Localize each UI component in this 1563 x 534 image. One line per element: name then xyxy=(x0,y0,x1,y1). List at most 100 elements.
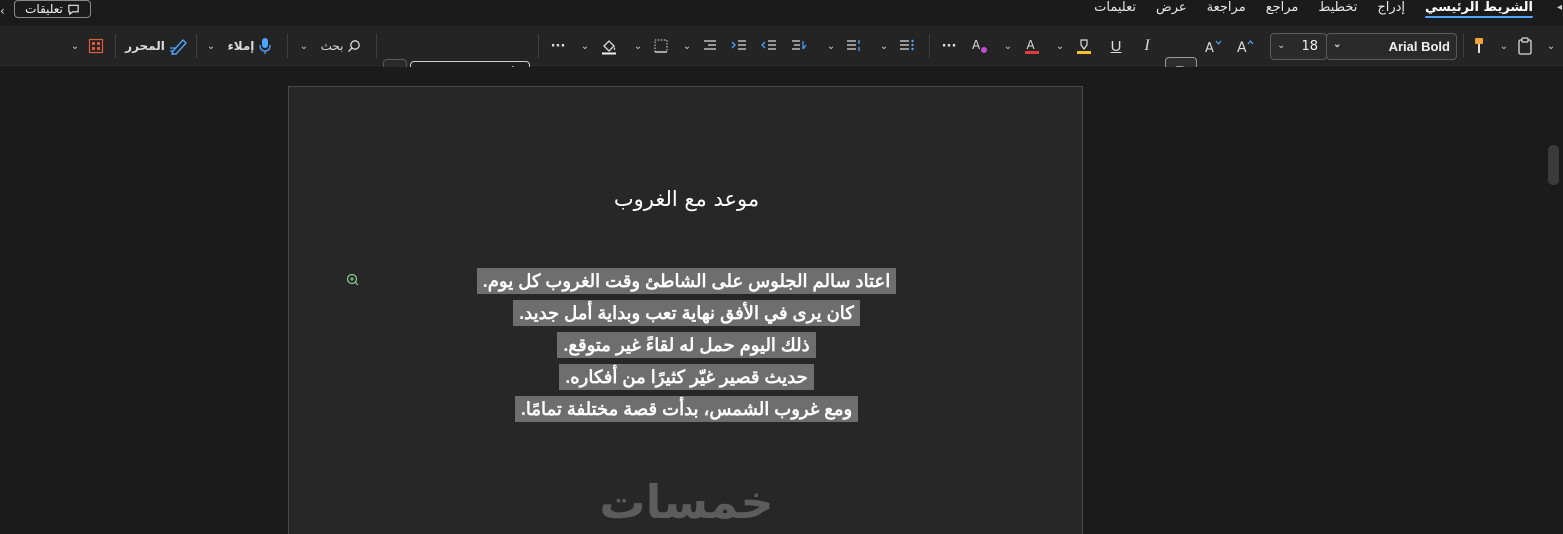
svg-text:A: A xyxy=(1205,41,1214,55)
story-line[interactable]: ومع غروب الشمس، بدأت قصة مختلفة تمامًا. xyxy=(514,396,859,422)
paragraph-more-button[interactable]: ··· xyxy=(548,26,568,66)
tab-layout[interactable]: تخطيط xyxy=(1308,0,1367,20)
highlight-dropdown[interactable]: ⌄ xyxy=(1053,26,1067,66)
format-painter-button[interactable] xyxy=(1469,26,1489,66)
ribbon-toolbar: ⌄ المحرر ⌄ إملاء ⌄ بحث ··· ⌄ ⌄ ⌄ ⌄ ⌄ ···… xyxy=(0,26,1563,88)
ribbon-separator xyxy=(376,34,377,58)
microphone-icon xyxy=(259,38,272,54)
clipboard-dropdown[interactable]: ⌄ xyxy=(1544,26,1558,66)
story-line[interactable]: ذلك اليوم حمل له لقاءً غير متوقع. xyxy=(557,332,816,358)
story-line[interactable]: كان يرى في الأفق نهاية تعب وبداية أمل جد… xyxy=(513,300,860,326)
format-painter-icon xyxy=(1475,38,1483,53)
chevron-down-icon: ⌄ xyxy=(682,40,692,52)
increase-indent-button[interactable] xyxy=(728,26,750,66)
chevron-down-icon: ⌄ xyxy=(206,40,216,52)
align-right-icon xyxy=(704,40,716,50)
svg-text:A: A xyxy=(1237,40,1247,55)
decrease-indent-button[interactable] xyxy=(758,26,780,66)
search-dropdown[interactable]: ⌄ xyxy=(297,26,311,66)
chevron-down-icon: ⌄ xyxy=(879,40,889,52)
decrease-font-size-button[interactable]: A xyxy=(1201,26,1225,66)
chevron-down-icon: ⌄ xyxy=(826,40,836,52)
numbering-button[interactable] xyxy=(843,26,865,66)
ribbon-separator xyxy=(287,34,288,58)
paint-bucket-icon xyxy=(602,40,616,55)
font-color-dropdown[interactable]: ⌄ xyxy=(1001,26,1015,66)
word-app: ‹ تعليقات الشريط الرئيسي إدراج تخطيط مرا… xyxy=(0,0,1563,534)
increase-font-size-button[interactable]: A xyxy=(1233,26,1257,66)
chevron-down-icon: ⌄ xyxy=(299,40,309,52)
ribbon-separator xyxy=(538,34,539,58)
increase-font-icon: A xyxy=(1237,40,1254,55)
font-name-value: Arial Bold xyxy=(1388,39,1450,54)
tab-references[interactable]: مراجع xyxy=(1256,0,1309,20)
numbered-list-icon xyxy=(847,40,860,51)
dictate-label: إملاء xyxy=(227,39,255,53)
underline-icon: U xyxy=(1110,37,1122,55)
more-icon: ··· xyxy=(941,38,957,54)
highlight-button[interactable] xyxy=(1072,26,1096,66)
tab-help[interactable]: تعليمات xyxy=(1084,0,1146,20)
chevron-down-icon: ⌄ xyxy=(580,40,590,52)
chevron-down-icon: ⌄ xyxy=(1003,40,1013,52)
highlighter-icon xyxy=(1077,39,1091,54)
dictate-button[interactable]: إملاء xyxy=(222,26,278,66)
borders-dropdown[interactable]: ⌄ xyxy=(631,26,645,66)
ribbon-expand-icon[interactable]: ◂ xyxy=(1557,2,1563,13)
paste-button[interactable] xyxy=(1515,26,1535,66)
paste-dropdown[interactable]: ⌄ xyxy=(1497,26,1511,66)
italic-button[interactable]: I xyxy=(1135,26,1159,66)
chevron-down-icon: ⌄ xyxy=(633,40,643,52)
borders-icon xyxy=(654,39,668,53)
font-size-value: 18 xyxy=(1301,39,1318,54)
editor-pen-icon xyxy=(169,38,187,55)
shading-dropdown[interactable]: ⌄ xyxy=(578,26,592,66)
multilevel-list-button[interactable] xyxy=(788,26,810,66)
tab-home[interactable]: الشريط الرئيسي xyxy=(1415,0,1543,20)
search-label: بحث xyxy=(320,39,344,53)
font-more-button[interactable]: ··· xyxy=(939,26,959,66)
align-right-button[interactable] xyxy=(699,26,721,66)
story-line[interactable]: اعتاد سالم الجلوس على الشاطئ وقت الغروب … xyxy=(476,268,897,294)
text-effects-icon: A xyxy=(972,38,987,53)
underline-button[interactable]: U xyxy=(1104,26,1128,66)
comments-button[interactable]: تعليقات xyxy=(14,0,91,18)
addins-button[interactable] xyxy=(86,26,106,66)
svg-text:A: A xyxy=(972,38,981,52)
overflow-icon[interactable]: ‹ xyxy=(0,4,5,18)
dictate-dropdown[interactable]: ⌄ xyxy=(204,26,218,66)
font-color-icon: A xyxy=(1025,38,1039,54)
ribbon-separator xyxy=(115,34,116,58)
search-button[interactable]: بحث xyxy=(315,26,367,66)
chevron-down-icon: ⌄ xyxy=(70,40,80,52)
tab-review[interactable]: مراجعة xyxy=(1197,0,1256,20)
font-name-selector[interactable]: ⌄ Arial Bold xyxy=(1326,33,1457,60)
tab-insert[interactable]: إدراج xyxy=(1367,0,1415,20)
chevron-down-icon: ⌄ xyxy=(1333,39,1342,50)
text-effects-button[interactable]: A xyxy=(968,26,992,66)
multilevel-list-icon xyxy=(792,40,807,50)
editor-label: المحرر xyxy=(125,39,165,53)
chevron-down-icon: ⌄ xyxy=(1546,40,1556,52)
borders-button[interactable] xyxy=(650,26,672,66)
editor-button[interactable]: المحرر xyxy=(125,26,189,66)
more-icon: ··· xyxy=(550,38,566,54)
decrease-font-icon: A xyxy=(1205,40,1222,55)
bullets-button[interactable] xyxy=(896,26,918,66)
bullets-dropdown[interactable]: ⌄ xyxy=(877,26,891,66)
document-page[interactable]: موعد مع الغروب اعتاد سالم الجلوس على الش… xyxy=(288,86,1083,534)
document-title: موعد مع الغروب xyxy=(613,187,760,211)
increase-indent-icon xyxy=(731,40,746,50)
shading-button[interactable] xyxy=(598,26,620,66)
tab-view[interactable]: عرض xyxy=(1146,0,1197,20)
font-size-selector[interactable]: ⌄ 18 xyxy=(1270,33,1327,60)
font-color-button[interactable]: A xyxy=(1020,26,1044,66)
scrollbar-thumb[interactable] xyxy=(1548,145,1559,185)
numbering-dropdown[interactable]: ⌄ xyxy=(824,26,838,66)
italic-icon: I xyxy=(1144,37,1150,54)
addins-dropdown[interactable]: ⌄ xyxy=(68,26,82,66)
align-dropdown[interactable]: ⌄ xyxy=(680,26,694,66)
bullet-list-icon xyxy=(900,39,914,51)
ribbon-separator xyxy=(1463,34,1464,58)
story-line[interactable]: حديث قصير غيّر كثيرًا من أفكاره. xyxy=(559,364,814,390)
